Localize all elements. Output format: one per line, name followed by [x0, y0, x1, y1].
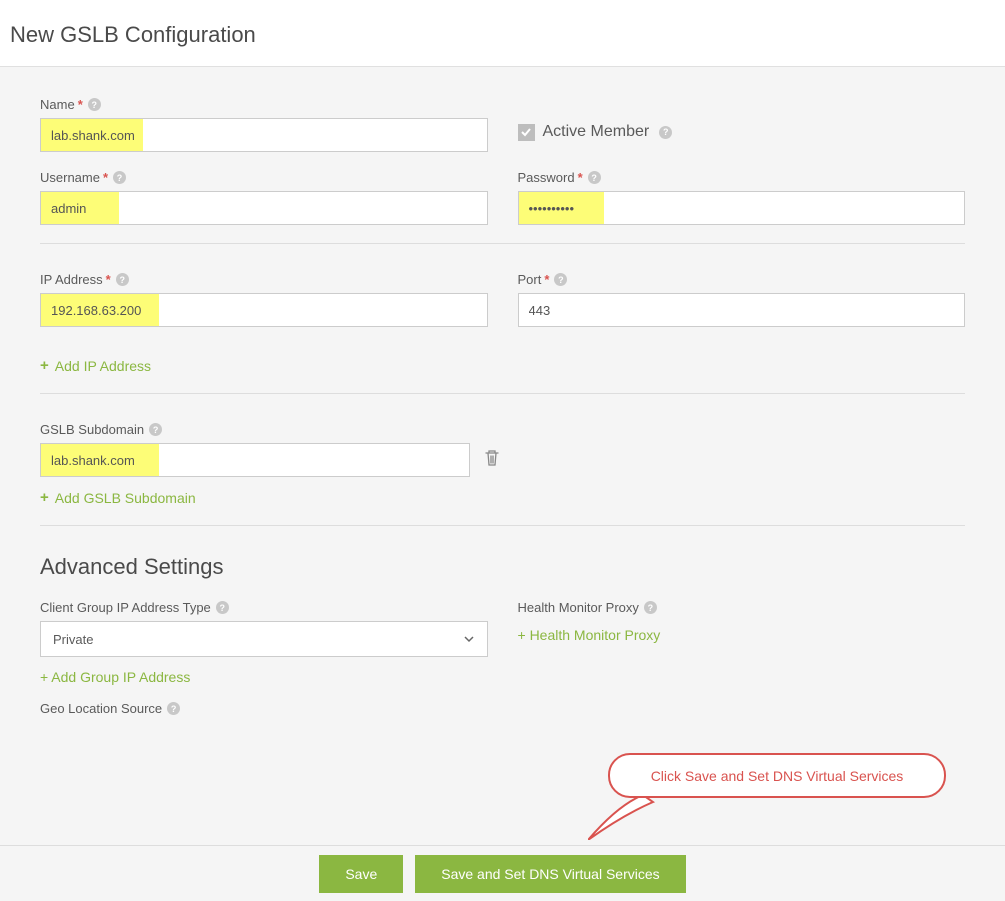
form-content: Name* ? Active Member ? Username* ? [0, 67, 1005, 750]
gslb-subdomain-input[interactable] [40, 443, 470, 477]
ip-address-input[interactable] [40, 293, 488, 327]
help-icon[interactable]: ? [644, 601, 657, 614]
add-group-ip-link[interactable]: + Add Group IP Address [40, 669, 190, 685]
client-group-label: Client Group IP Address Type ? [40, 600, 488, 615]
required-asterisk: * [544, 272, 549, 287]
port-label: Port* ? [518, 272, 966, 287]
page-title: New GSLB Configuration [0, 0, 1005, 67]
separator [40, 525, 965, 526]
add-gslb-subdomain-text: Add GSLB Subdomain [55, 490, 196, 506]
health-monitor-proxy-link[interactable]: + Health Monitor Proxy [518, 627, 661, 643]
separator [40, 243, 965, 244]
required-asterisk: * [78, 97, 83, 112]
annotation-callout: Click Save and Set DNS Virtual Services [608, 753, 946, 798]
advanced-settings-title: Advanced Settings [40, 554, 965, 580]
name-input[interactable] [40, 118, 488, 152]
help-icon[interactable]: ? [588, 171, 601, 184]
help-icon[interactable]: ? [659, 126, 672, 139]
active-member-checkbox[interactable] [518, 124, 535, 141]
username-label-text: Username [40, 170, 100, 185]
client-group-value: Private [53, 632, 93, 647]
check-icon [520, 126, 532, 138]
health-monitor-label-text: Health Monitor Proxy [518, 600, 639, 615]
help-icon[interactable]: ? [113, 171, 126, 184]
plus-icon: + [40, 489, 49, 506]
password-label: Password* ? [518, 170, 966, 185]
help-icon[interactable]: ? [116, 273, 129, 286]
add-gslb-subdomain-link[interactable]: + Add GSLB Subdomain [40, 489, 196, 506]
username-input[interactable] [40, 191, 488, 225]
geo-location-label-text: Geo Location Source [40, 701, 162, 716]
separator [40, 393, 965, 394]
geo-location-label: Geo Location Source ? [40, 701, 488, 716]
username-label: Username* ? [40, 170, 488, 185]
chevron-down-icon [463, 633, 475, 645]
help-icon[interactable]: ? [554, 273, 567, 286]
add-ip-address-text: Add IP Address [55, 358, 151, 374]
help-icon[interactable]: ? [149, 423, 162, 436]
gslb-subdomain-label-text: GSLB Subdomain [40, 422, 144, 437]
plus-icon: + [40, 357, 49, 374]
ip-address-label: IP Address* ? [40, 272, 488, 287]
save-button[interactable]: Save [319, 855, 403, 893]
help-icon[interactable]: ? [216, 601, 229, 614]
client-group-label-text: Client Group IP Address Type [40, 600, 211, 615]
required-asterisk: * [578, 170, 583, 185]
ip-address-label-text: IP Address [40, 272, 103, 287]
port-input[interactable] [518, 293, 966, 327]
save-and-set-dns-button[interactable]: Save and Set DNS Virtual Services [415, 855, 685, 893]
trash-icon[interactable] [484, 449, 500, 472]
health-monitor-label: Health Monitor Proxy ? [518, 600, 966, 615]
footer-bar: Save Save and Set DNS Virtual Services [0, 845, 1005, 901]
client-group-select[interactable]: Private [40, 621, 488, 657]
name-label-text: Name [40, 97, 75, 112]
help-icon[interactable]: ? [88, 98, 101, 111]
password-input[interactable] [518, 191, 966, 225]
required-asterisk: * [106, 272, 111, 287]
password-label-text: Password [518, 170, 575, 185]
name-label: Name* ? [40, 97, 488, 112]
gslb-subdomain-label: GSLB Subdomain ? [40, 422, 965, 437]
help-icon[interactable]: ? [167, 702, 180, 715]
port-label-text: Port [518, 272, 542, 287]
required-asterisk: * [103, 170, 108, 185]
add-ip-address-link[interactable]: + Add IP Address [40, 357, 151, 374]
active-member-label: Active Member [543, 123, 650, 141]
